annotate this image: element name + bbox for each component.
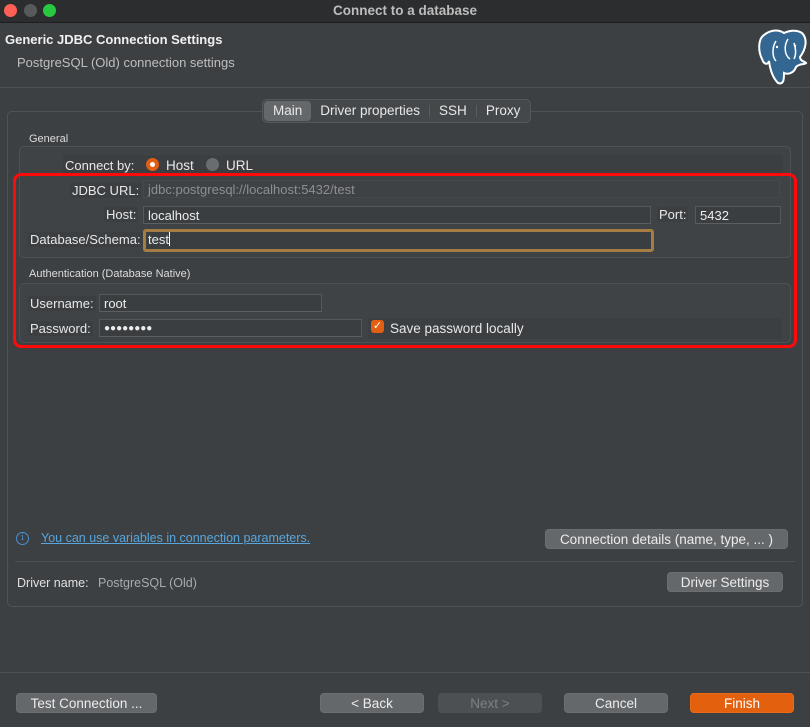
username-field[interactable]: root [99,294,322,312]
driver-name-value: PostgreSQL (Old) [98,576,197,590]
authentication-section-label: Authentication (Database Native) [29,268,191,280]
header-title: Generic JDBC Connection Settings [5,32,223,47]
driver-settings-button[interactable]: Driver Settings [667,572,783,592]
driver-name-label: Driver name: [17,576,89,590]
host-field[interactable]: localhost [143,206,651,224]
info-icon: i [16,532,29,545]
window-title: Connect to a database [332,3,478,18]
database-schema-value: test [148,232,169,247]
test-connection-button[interactable]: Test Connection ... [16,693,157,713]
postgresql-elephant-icon [758,29,808,85]
divider [15,561,795,562]
connect-by-label: Connect by: [63,158,137,173]
footer-divider [0,672,810,673]
finish-button[interactable]: Finish [690,693,794,713]
tab-driver-properties[interactable]: Driver properties [311,101,429,121]
password-field[interactable]: ●●●●●●●● [99,319,362,337]
save-password-label[interactable]: Save password locally [390,321,524,336]
database-schema-label: Database/Schema: [28,232,143,247]
database-schema-field[interactable]: test [143,229,654,252]
tab-bar: Main Driver properties SSH Proxy [262,99,532,123]
cancel-button[interactable]: Cancel [564,693,668,713]
general-section-label: General [29,133,69,145]
tab-proxy[interactable]: Proxy [477,101,530,121]
tab-main[interactable]: Main [264,101,312,121]
back-button[interactable]: < Back [320,693,424,713]
jdbc-url-field[interactable]: jdbc:postgresql://localhost:5432/test [143,180,780,198]
next-button: Next > [438,693,542,713]
text-caret [168,232,170,246]
window-titlebar: Connect to a database [0,0,810,23]
connect-by-url-label[interactable]: URL [226,158,253,173]
connect-by-url-radio[interactable] [206,158,219,171]
variables-help-link[interactable]: You can use variables in connection para… [41,531,310,545]
connect-by-host-label[interactable]: Host [166,158,194,173]
connection-details-button[interactable]: Connection details (name, type, ... ) [545,529,788,549]
save-password-checkbox[interactable]: ✓ [371,320,384,333]
dialog-header: Generic JDBC Connection Settings Postgre… [0,23,810,88]
connect-by-host-radio[interactable] [146,158,159,171]
port-label: Port: [657,207,689,222]
username-label: Username: [28,296,96,311]
host-label: Host: [104,207,139,222]
jdbc-url-label: JDBC URL: [70,183,142,198]
port-field[interactable]: 5432 [695,206,781,224]
tab-ssh[interactable]: SSH [430,101,476,121]
password-label: Password: [28,321,93,336]
header-subtitle: PostgreSQL (Old) connection settings [17,55,235,70]
